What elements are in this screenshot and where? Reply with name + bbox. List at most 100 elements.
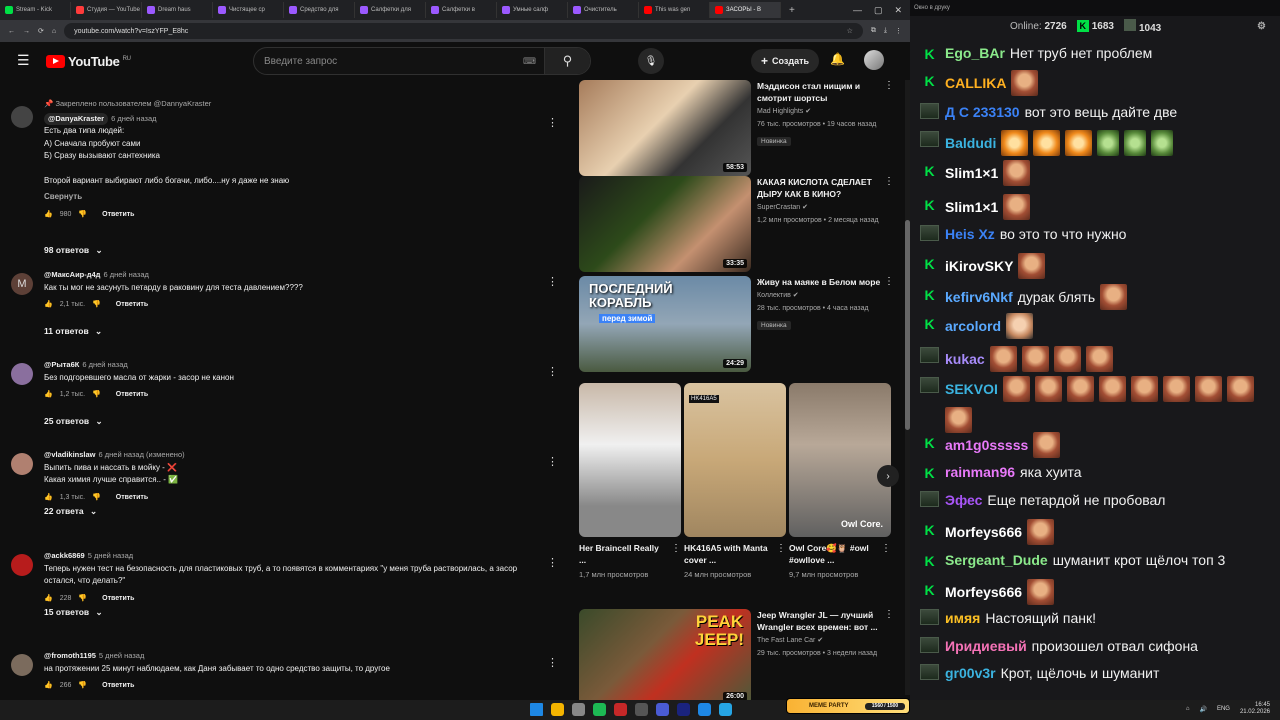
browser-tab[interactable]: ЗАСОРЫ - В: [710, 2, 781, 18]
short-card[interactable]: Her Braincell Really ... 1,7 млн просмотр…: [579, 383, 681, 580]
voice-search-button[interactable]: 🎙: [638, 48, 664, 74]
comment-time[interactable]: 6 дней назад: [111, 114, 156, 123]
like-icon[interactable]: 👍: [44, 593, 53, 606]
related-video[interactable]: ПОСЛЕДНИЙ КОРАБЛЬ перед зимой 24:29 Живу на…: [579, 276, 904, 374]
video-menu-icon[interactable]: ⋮: [884, 609, 894, 620]
spotify-icon[interactable]: [593, 703, 606, 716]
chat-username[interactable]: CALLIKA: [945, 73, 1006, 94]
comment-menu-icon[interactable]: ⋮: [547, 556, 558, 569]
url-field[interactable]: youtube.com/watch?v=IszYFP_E8hc ☆: [64, 23, 863, 39]
video-channel[interactable]: Mad Highlights ✔: [757, 106, 887, 117]
chat-username[interactable]: Эфес: [945, 490, 982, 511]
browser-tab[interactable]: Средство для: [284, 2, 355, 18]
chat-username[interactable]: Д С 233130: [945, 102, 1020, 123]
reply-button[interactable]: Ответить: [102, 680, 134, 693]
notifications-bell-icon[interactable]: 🔔: [830, 52, 845, 66]
browser-tab[interactable]: Очиститель: [568, 2, 639, 18]
chat-username[interactable]: Ego_BAr: [945, 43, 1005, 64]
video-thumbnail[interactable]: 58:53: [579, 80, 751, 176]
hamburger-menu-icon[interactable]: ☰: [17, 52, 30, 69]
dislike-icon[interactable]: 👎: [78, 209, 87, 222]
chat-username[interactable]: arcolord: [945, 316, 1001, 337]
replies-toggle[interactable]: 25 ответов ⌄: [44, 416, 103, 427]
replies-toggle[interactable]: 11 ответов ⌄: [44, 326, 102, 337]
create-button[interactable]: + Создать: [751, 49, 820, 73]
short-title[interactable]: HK416A5 with Manta cover ...: [684, 542, 772, 566]
avatar[interactable]: М: [11, 273, 33, 295]
back-icon[interactable]: ←: [8, 28, 15, 35]
short-thumbnail[interactable]: HK416A5: [684, 383, 786, 537]
video-channel[interactable]: Коллектив ✔: [757, 290, 887, 301]
replies-toggle[interactable]: 15 ответов ⌄: [44, 607, 103, 618]
chat-username[interactable]: kefirv6Nkf: [945, 287, 1013, 308]
replies-toggle[interactable]: 22 ответа ⌄: [44, 506, 97, 517]
browser-icon[interactable]: [551, 703, 564, 716]
short-menu-icon[interactable]: ⋮: [881, 543, 891, 554]
like-icon[interactable]: 👍: [44, 299, 53, 312]
close-window-button[interactable]: ✕: [894, 5, 902, 16]
short-card[interactable]: HK416A5 HK416A5 with Manta cover ... 24 мл…: [684, 383, 786, 580]
video-title[interactable]: Мэддисон стал нищим и смотрит шортсы: [757, 80, 887, 104]
short-title[interactable]: Her Braincell Really ...: [579, 542, 667, 566]
comment-menu-icon[interactable]: ⋮: [547, 455, 558, 468]
bookmark-star-icon[interactable]: ☆: [847, 27, 853, 35]
comment-time[interactable]: 5 дней назад: [88, 551, 133, 560]
dislike-icon[interactable]: 👎: [92, 389, 101, 402]
chat-username[interactable]: gr00v3r: [945, 663, 996, 684]
like-icon[interactable]: 👍: [44, 492, 53, 505]
home-icon[interactable]: ⌂: [52, 28, 56, 35]
reload-icon[interactable]: ⟳: [38, 27, 44, 35]
explorer-icon[interactable]: [572, 703, 585, 716]
browser-tab[interactable]: This was gen: [639, 2, 710, 18]
avatar[interactable]: [11, 554, 33, 576]
browser-tab[interactable]: Салфетки для: [355, 2, 426, 18]
wifi-icon[interactable]: ⌂: [1186, 706, 1190, 712]
dislike-icon[interactable]: 👎: [78, 680, 87, 693]
video-thumbnail[interactable]: ПОСЛЕДНИЙ КОРАБЛЬ перед зимой 24:29: [579, 276, 751, 372]
comment-menu-icon[interactable]: ⋮: [547, 365, 558, 378]
chat-username[interactable]: Morfeys666: [945, 522, 1022, 543]
chat-username[interactable]: am1g0sssss: [945, 435, 1028, 456]
reply-button[interactable]: Ответить: [102, 593, 134, 606]
comment-author[interactable]: @МаксАир-д4д: [44, 270, 100, 279]
comment-author[interactable]: @fromoth1195: [44, 651, 96, 660]
like-icon[interactable]: 👍: [44, 389, 53, 402]
chat-username[interactable]: Morfeys666: [945, 582, 1022, 603]
video-channel[interactable]: The Fast Lane Car ✔: [757, 635, 887, 646]
browser-tab[interactable]: Dream haus: [142, 2, 213, 18]
video-title[interactable]: КАКАЯ КИСЛОТА СДЕЛАЕТ ДЫРУ КАК В КИНО?: [757, 176, 887, 200]
like-icon[interactable]: 👍: [44, 209, 53, 222]
avatar[interactable]: [11, 363, 33, 385]
video-thumbnail[interactable]: PEAK JEEP! 26:00: [579, 609, 751, 705]
like-icon[interactable]: 👍: [44, 680, 53, 693]
comment-time[interactable]: 6 дней назад: [103, 270, 148, 279]
app-icon[interactable]: [635, 703, 648, 716]
account-avatar[interactable]: [864, 50, 884, 70]
chat-username[interactable]: Иридиевый: [945, 636, 1027, 657]
chat-username[interactable]: rainman96: [945, 462, 1015, 483]
comment-author[interactable]: @vladikinslaw: [44, 450, 96, 459]
steam-icon[interactable]: [677, 703, 690, 716]
related-video[interactable]: PEAK JEEP! 26:00 Jeep Wrangler JL — лучший…: [579, 609, 904, 707]
language-indicator[interactable]: ENG: [1217, 706, 1230, 712]
reply-button[interactable]: Ответить: [102, 209, 134, 222]
comment-author[interactable]: @ackk6869: [44, 551, 85, 560]
short-menu-icon[interactable]: ⋮: [671, 543, 681, 554]
browser-tab[interactable]: Stream - Kick: [0, 2, 71, 18]
dislike-icon[interactable]: 👎: [92, 492, 101, 505]
extensions-icon[interactable]: ⧉: [871, 27, 876, 35]
comment-time[interactable]: 5 дней назад: [99, 651, 144, 660]
shorts-next-button[interactable]: ›: [877, 465, 899, 487]
dislike-icon[interactable]: 👎: [92, 299, 101, 312]
minimize-button[interactable]: —: [853, 5, 862, 16]
browser-tab[interactable]: Чистящее ср: [213, 2, 284, 18]
browser-tab[interactable]: Салфетки в: [426, 2, 497, 18]
settings-gear-icon[interactable]: ⚙: [1257, 21, 1266, 32]
comment-menu-icon[interactable]: ⋮: [547, 275, 558, 288]
download-icon[interactable]: ⤓: [884, 27, 887, 35]
collapse-link[interactable]: Свернуть: [44, 191, 540, 204]
video-menu-icon[interactable]: ⋮: [884, 176, 894, 187]
comment-menu-icon[interactable]: ⋮: [547, 116, 558, 129]
maximize-button[interactable]: ▢: [874, 5, 883, 16]
video-title[interactable]: Живу на маяке в Белом море: [757, 276, 887, 288]
